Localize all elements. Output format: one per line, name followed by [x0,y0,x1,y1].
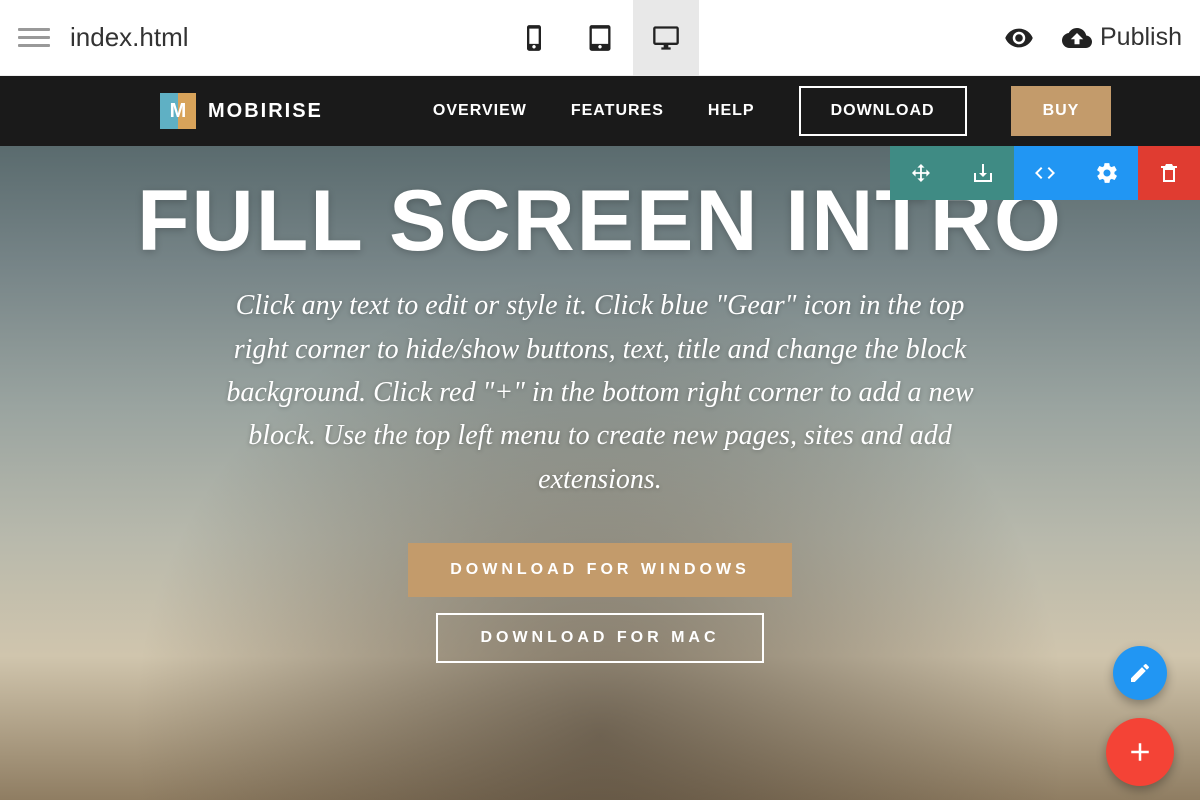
device-preview-switcher [501,0,699,76]
move-block-button[interactable] [890,146,952,200]
site-logo[interactable]: M MOBIRISE [160,93,323,129]
plus-icon [1125,737,1155,767]
add-block-fab[interactable] [1106,718,1174,786]
edit-fab[interactable] [1113,646,1167,700]
nav-link-help[interactable]: HELP [708,102,755,120]
code-editor-button[interactable] [1014,146,1076,200]
delete-block-button[interactable] [1138,146,1200,200]
code-icon [1033,161,1057,185]
hero-subtitle[interactable]: Click any text to edit or style it. Clic… [210,284,990,501]
page-filename[interactable]: index.html [70,22,189,53]
preview-eye-icon[interactable] [1004,23,1034,53]
nav-links: OVERVIEW FEATURES HELP DOWNLOAD BUY [433,86,1111,136]
desktop-preview-button[interactable] [633,0,699,76]
download-mac-button[interactable]: DOWNLOAD FOR MAC [436,613,763,663]
app-topbar: index.html Publish [0,0,1200,76]
block-settings-button[interactable] [1076,146,1138,200]
floating-action-buttons [1106,646,1174,786]
download-windows-button[interactable]: DOWNLOAD FOR WINDOWS [408,543,792,597]
download-button[interactable]: DOWNLOAD [799,86,967,136]
tablet-preview-button[interactable] [567,0,633,76]
hamburger-menu-icon[interactable] [18,22,50,54]
block-toolbar [890,146,1200,200]
hero-block[interactable]: FULL SCREEN INTRO Click any text to edit… [0,146,1200,800]
nav-link-overview[interactable]: OVERVIEW [433,102,527,120]
mobile-preview-button[interactable] [501,0,567,76]
cloud-upload-icon [1062,23,1092,53]
download-arrow-icon [971,161,995,185]
pencil-icon [1128,661,1152,685]
hero-cta-group: DOWNLOAD FOR WINDOWS DOWNLOAD FOR MAC [408,543,792,663]
logo-icon: M [160,93,196,129]
move-vertical-icon [909,161,933,185]
gear-icon [1095,161,1119,185]
topbar-right-actions: Publish [1004,23,1182,53]
trash-icon [1157,161,1181,185]
brand-name: MOBIRISE [208,100,323,123]
nav-link-features[interactable]: FEATURES [571,102,664,120]
buy-button[interactable]: BUY [1011,86,1112,136]
publish-button[interactable]: Publish [1062,23,1182,53]
save-block-button[interactable] [952,146,1014,200]
site-navbar: M MOBIRISE OVERVIEW FEATURES HELP DOWNLO… [0,76,1200,146]
publish-label: Publish [1100,23,1182,52]
